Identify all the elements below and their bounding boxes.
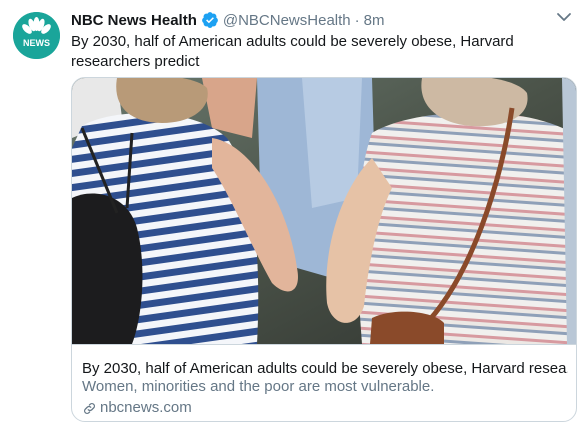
card-description: Women, minorities and the poor are most … <box>82 378 435 395</box>
avatar[interactable]: NEWS <box>13 12 60 59</box>
tweet-text: By 2030, half of American adults could b… <box>71 33 514 70</box>
card-image[interactable] <box>72 78 576 344</box>
avatar-label: NEWS <box>23 38 50 48</box>
tweet-header: NBC News Health @NBCNewsHealth · 8m <box>71 10 384 30</box>
card-divider <box>72 344 576 345</box>
chevron-down-icon[interactable] <box>555 10 573 24</box>
card-domain-text: nbcnews.com <box>100 399 192 416</box>
author-name[interactable]: NBC News Health <box>71 12 197 29</box>
verified-badge-icon <box>201 11 219 29</box>
card-domain[interactable]: nbcnews.com <box>82 398 192 418</box>
nbc-peacock-icon: NEWS <box>13 12 60 59</box>
author-handle[interactable]: @NBCNewsHealth <box>223 12 351 29</box>
tweet-time[interactable]: 8m <box>364 12 385 29</box>
tweet[interactable]: NEWS NBC News Health @NBCNewsHealth · 8m… <box>0 0 583 428</box>
card-title[interactable]: By 2030, half of American adults could b… <box>82 359 568 379</box>
link-icon <box>84 402 95 414</box>
header-separator: · <box>354 11 360 29</box>
link-card[interactable]: By 2030, half of American adults could b… <box>71 77 577 422</box>
